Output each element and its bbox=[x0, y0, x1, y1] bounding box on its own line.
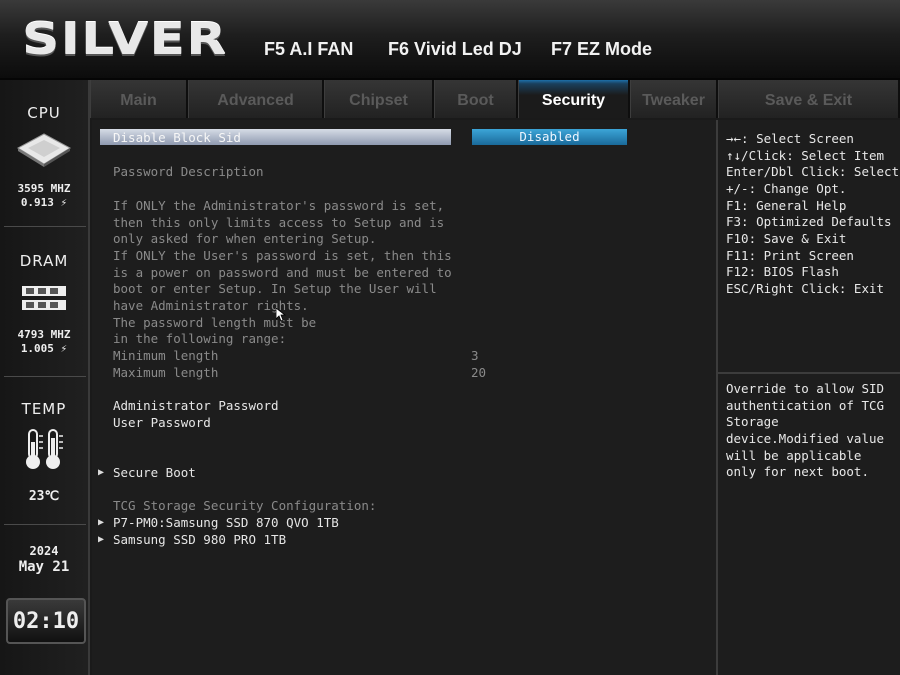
dram-title: DRAM bbox=[19, 252, 69, 270]
help-key-line: F10: Save & Exit bbox=[726, 231, 847, 246]
description-line: in the following range: bbox=[113, 331, 287, 346]
tab-bar: Main Advanced Chipset Boot Security Twea… bbox=[90, 80, 900, 118]
item-help-line: device.Modified value bbox=[726, 431, 885, 446]
submenu-arrow-icon: ▶ bbox=[98, 467, 105, 478]
minimum-length-value: 3 bbox=[471, 348, 479, 363]
description-line: only asked for when entering Setup. bbox=[113, 231, 377, 246]
help-key-line: ↑↓/Click: Select Item bbox=[726, 148, 885, 163]
item-help-line: Storage bbox=[726, 414, 779, 429]
help-panel-divider bbox=[718, 372, 900, 374]
submenu-arrow-icon: ▶ bbox=[98, 517, 105, 528]
description-line: boot or enter Setup. In Setup the User w… bbox=[113, 281, 437, 296]
tab-advanced[interactable]: Advanced bbox=[188, 80, 324, 118]
dram-module-icon bbox=[22, 286, 66, 310]
tab-tweaker[interactable]: Tweaker bbox=[630, 80, 718, 118]
help-key-line: ESC/Right Click: Exit bbox=[726, 281, 885, 296]
temp-title: TEMP bbox=[21, 400, 67, 418]
item-help-line: only for next boot. bbox=[726, 464, 869, 479]
temp-section: TEMP 23℃ bbox=[0, 400, 88, 504]
cpu-chip-icon bbox=[16, 133, 72, 167]
item-help-line: Override to allow SID bbox=[726, 381, 885, 396]
description-line: is a power on password and must be enter… bbox=[113, 265, 452, 280]
sidebar-divider bbox=[4, 226, 86, 227]
date-section: 2024 May 21 bbox=[0, 544, 88, 574]
tab-save-exit[interactable]: Save & Exit bbox=[718, 80, 900, 118]
description-line: If ONLY the Administrator's password is … bbox=[113, 198, 445, 213]
help-key-line: F12: BIOS Flash bbox=[726, 264, 839, 279]
help-key-line: F3: Optimized Defaults bbox=[726, 214, 892, 229]
system-monitor-sidebar: CPU 3595 MHZ 0.913 ⚡ DRAM 4793 MHZ 1.005… bbox=[0, 80, 90, 675]
cpu-title: CPU bbox=[27, 104, 61, 122]
dram-voltage: 1.005 ⚡ bbox=[20, 342, 68, 355]
tab-chipset[interactable]: Chipset bbox=[324, 80, 434, 118]
tab-main[interactable]: Main bbox=[90, 80, 188, 118]
clock-time: 02:10 bbox=[12, 609, 80, 634]
help-key-line: F11: Print Screen bbox=[726, 248, 854, 263]
maximum-length-value: 20 bbox=[471, 365, 487, 380]
thermometer-icon bbox=[26, 429, 63, 469]
date-month-day: May 21 bbox=[18, 559, 70, 575]
help-key-line: +/-: Change Opt. bbox=[726, 181, 847, 196]
date-year: 2024 bbox=[29, 544, 59, 558]
brand-logo: SILVER bbox=[22, 14, 228, 65]
minimum-length-label: Minimum length bbox=[113, 348, 219, 363]
tcg-storage-title: TCG Storage Security Configuration: bbox=[113, 498, 377, 513]
dram-frequency: 4793 MHZ bbox=[17, 328, 71, 341]
description-line: If ONLY the User's password is set, then… bbox=[113, 248, 452, 263]
security-settings-panel: Disable Block Sid Disabled Password Desc… bbox=[92, 120, 716, 675]
administrator-password-item[interactable]: Administrator Password bbox=[113, 398, 279, 413]
help-key-line: →←: Select Screen bbox=[726, 131, 854, 146]
clock-display: 02:10 bbox=[6, 598, 86, 644]
disable-block-sid-label[interactable]: Disable Block Sid bbox=[113, 130, 241, 145]
temperature-value: 23℃ bbox=[28, 489, 60, 504]
cpu-voltage: 0.913 ⚡ bbox=[20, 196, 68, 209]
tab-boot[interactable]: Boot bbox=[434, 80, 518, 118]
item-help-line: authentication of TCG bbox=[726, 398, 885, 413]
help-key-line: Enter/Dbl Click: Select bbox=[726, 164, 900, 179]
user-password-item[interactable]: User Password bbox=[113, 415, 211, 430]
header: SILVER F5 A.I FAN F6 Vivid Led DJ F7 EZ … bbox=[0, 0, 900, 80]
password-description-title: Password Description bbox=[113, 164, 264, 179]
mouse-cursor-icon bbox=[276, 308, 286, 322]
submenu-arrow-icon: ▶ bbox=[98, 534, 105, 545]
cpu-frequency: 3595 MHZ bbox=[17, 182, 71, 195]
led-shortcut-button[interactable]: F6 Vivid Led DJ bbox=[388, 39, 522, 60]
disable-block-sid-value[interactable]: Disabled bbox=[472, 129, 627, 145]
help-key-line: F1: General Help bbox=[726, 198, 847, 213]
maximum-length-label: Maximum length bbox=[113, 365, 219, 380]
fan-shortcut-button[interactable]: F5 A.I FAN bbox=[264, 39, 353, 60]
ez-mode-button[interactable]: F7 EZ Mode bbox=[551, 39, 652, 60]
drive-item[interactable]: Samsung SSD 980 PRO 1TB bbox=[113, 532, 286, 547]
drive-item[interactable]: P7-PM0:Samsung SSD 870 QVO 1TB bbox=[113, 515, 339, 530]
item-help-line: will be applicable bbox=[726, 448, 862, 463]
cpu-section: CPU 3595 MHZ 0.913 ⚡ bbox=[0, 104, 88, 210]
secure-boot-item[interactable]: Secure Boot bbox=[113, 465, 196, 480]
dram-section: DRAM 4793 MHZ 1.005 ⚡ bbox=[0, 252, 88, 356]
help-panel: →←: Select Screen ↑↓/Click: Select Item … bbox=[716, 120, 900, 675]
sidebar-divider bbox=[4, 524, 86, 525]
description-line: then this only limits access to Setup an… bbox=[113, 215, 445, 230]
tab-security[interactable]: Security bbox=[518, 80, 630, 118]
sidebar-divider bbox=[4, 376, 86, 377]
